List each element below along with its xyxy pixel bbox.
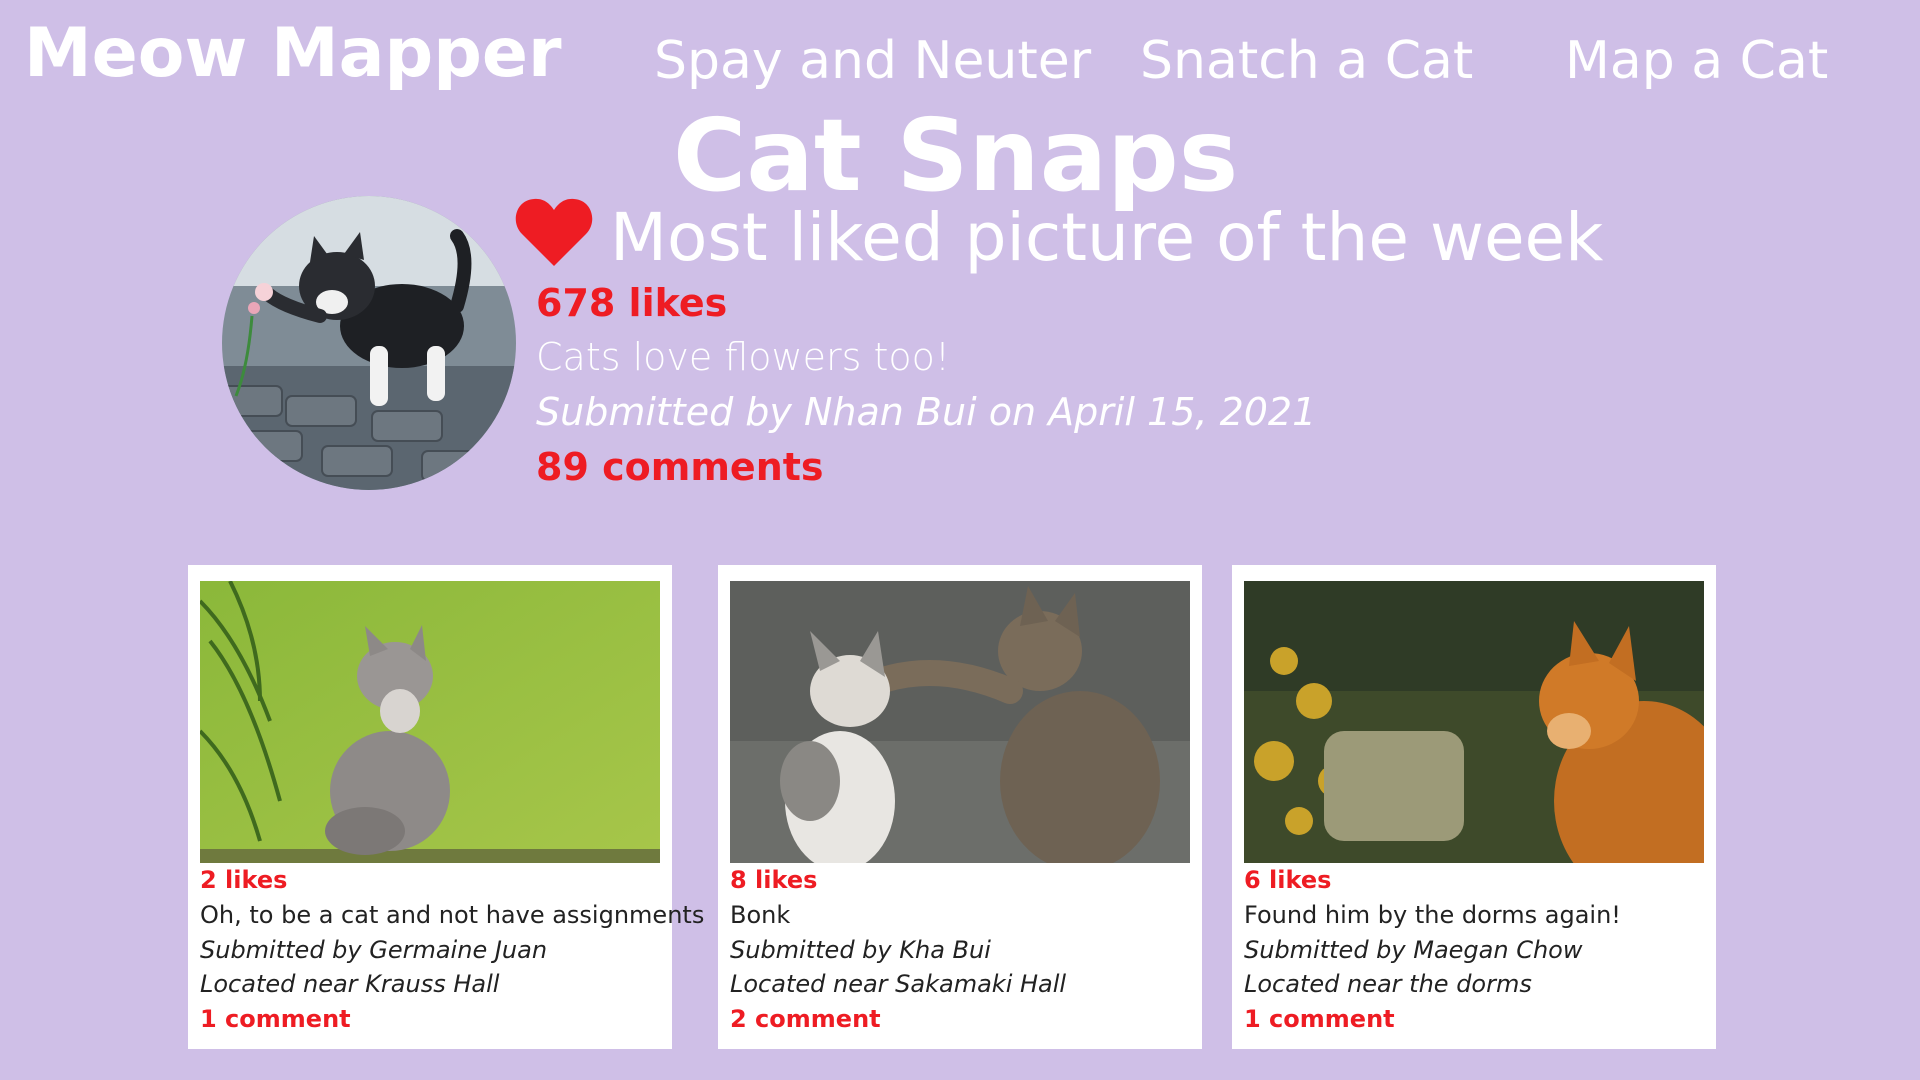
nav-link-snatch-a-cat[interactable]: Snatch a Cat [1140,22,1473,100]
card-likes[interactable]: 2 likes [200,863,670,897]
card-comments-link[interactable]: 2 comment [730,1002,1200,1036]
card-comments-link[interactable]: 1 comment [1244,1002,1714,1036]
cat-snap-card: 6 likes Found him by the dorms again! Su… [1232,565,1716,1049]
card-caption: Found him by the dorms again! [1244,901,1621,929]
card-comments-link[interactable]: 1 comment [200,1002,670,1036]
cat-photo[interactable] [200,581,660,863]
featured-likes[interactable]: 678 likes [536,278,727,328]
brand-logo[interactable]: Meow Mapper [24,10,562,98]
featured-submitted-by: Submitted by Nhan Bui on April 15, 2021 [536,390,1317,434]
nav-link-map-a-cat[interactable]: Map a Cat [1565,22,1828,100]
card-submitted-by: Submitted by Maegan Chow [1244,936,1583,964]
featured-cat-photo[interactable] [222,196,516,490]
card-submitted-by: Submitted by Kha Bui [730,936,991,964]
featured-comments-link[interactable]: 89 comments [536,442,824,492]
card-location: Located near the dorms [1244,970,1532,998]
card-caption: Bonk [730,901,791,929]
heart-icon[interactable] [514,196,594,268]
card-caption: Oh, to be a cat and not have assignments [200,901,705,929]
card-likes[interactable]: 8 likes [730,863,1200,897]
cat-photo[interactable] [730,581,1190,863]
card-location: Located near Krauss Hall [200,970,500,998]
featured-caption: Cats love flowers too! [536,335,951,379]
featured-heading: Most liked picture of the week [610,199,1604,276]
card-likes[interactable]: 6 likes [1244,863,1714,897]
card-location: Located near Sakamaki Hall [730,970,1067,998]
cat-photo[interactable] [1244,581,1704,863]
cat-snap-card: 8 likes Bonk Submitted by Kha Bui Locate… [718,565,1202,1049]
card-submitted-by: Submitted by Germaine Juan [200,936,548,964]
nav-link-spay-and-neuter[interactable]: Spay and Neuter [654,22,1091,100]
cat-snap-card: 2 likes Oh, to be a cat and not have ass… [188,565,705,1049]
